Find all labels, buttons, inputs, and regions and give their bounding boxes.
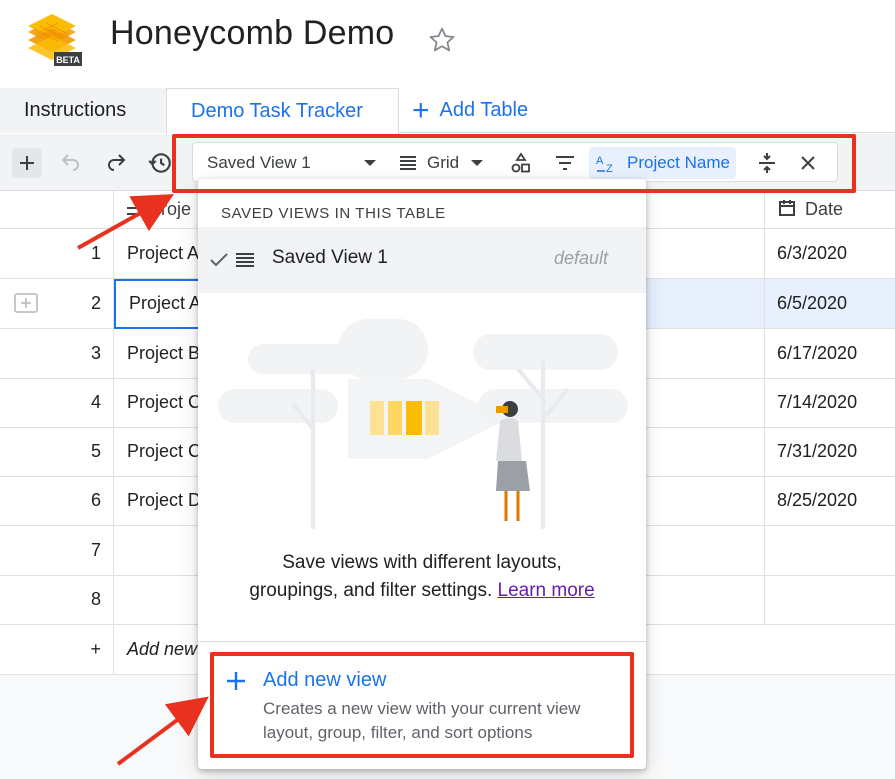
annotation-arrow-add-view	[116, 696, 209, 766]
annotation-arrow-toolbar	[77, 194, 174, 250]
annotation-arrows	[77, 194, 209, 766]
